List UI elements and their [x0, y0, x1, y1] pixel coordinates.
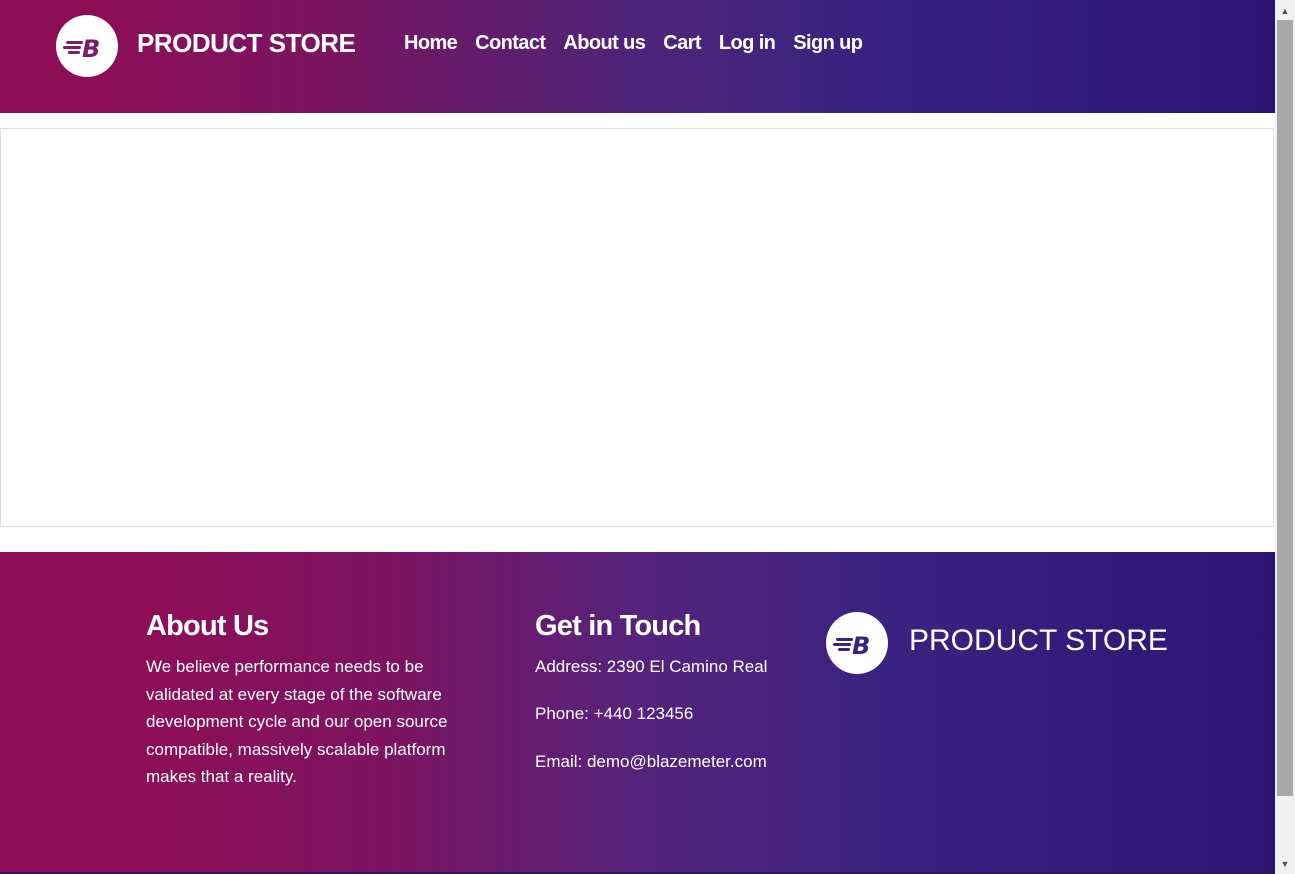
main-nav: Home Contact About us Cart Log in Sign u…	[404, 32, 880, 55]
navbar: B PRODUCT STORE Home Contact About us Ca…	[0, 0, 1275, 113]
svg-text:B: B	[852, 632, 870, 660]
nav-log-in[interactable]: Log in	[719, 32, 776, 55]
about-us-line: We believe performance needs to be	[146, 657, 424, 676]
about-us-text: We believe performance needs to be valid…	[146, 653, 447, 791]
about-us-line: makes that a reality.	[146, 767, 297, 786]
contact-phone: Phone: +440 123456	[535, 704, 694, 723]
nav-home[interactable]: Home	[404, 32, 458, 55]
nav-contact[interactable]: Contact	[475, 32, 546, 55]
contact-email: Email: demo@blazemeter.com	[535, 752, 767, 771]
carousel-panel	[0, 128, 1274, 527]
nav-cart[interactable]: Cart	[663, 32, 701, 55]
nav-about-us[interactable]: About us	[563, 32, 645, 55]
about-us-line: validated at every stage of the software	[146, 684, 442, 704]
footer-logo-icon: B	[826, 612, 888, 674]
page: B PRODUCT STORE Home Contact About us Ca…	[0, 0, 1295, 874]
brand-name[interactable]: PRODUCT STORE	[137, 28, 356, 59]
contact-address: Address: 2390 El Camino Real	[535, 657, 768, 676]
scrollbar-thumb[interactable]	[1277, 20, 1293, 796]
scroll-up-arrow-icon[interactable]: ▲	[1275, 2, 1295, 19]
vertical-scrollbar[interactable]: ▲ ▼	[1275, 0, 1295, 874]
footer: About Us We believe performance needs to…	[0, 552, 1275, 874]
blazemeter-b-logo-icon[interactable]: B	[56, 15, 118, 77]
svg-text:B: B	[82, 35, 100, 63]
page-content: B PRODUCT STORE Home Contact About us Ca…	[0, 0, 1275, 874]
footer-brand-name: PRODUCT STORE	[909, 624, 1168, 657]
about-us-heading: About Us	[146, 610, 269, 642]
get-in-touch-heading: Get in Touch	[535, 610, 701, 642]
about-us-line: compatible, massively scalable platform	[146, 739, 446, 759]
scroll-down-arrow-icon[interactable]: ▼	[1275, 855, 1295, 872]
nav-sign-up[interactable]: Sign up	[793, 32, 863, 55]
about-us-line: development cycle and our open source	[146, 712, 448, 731]
